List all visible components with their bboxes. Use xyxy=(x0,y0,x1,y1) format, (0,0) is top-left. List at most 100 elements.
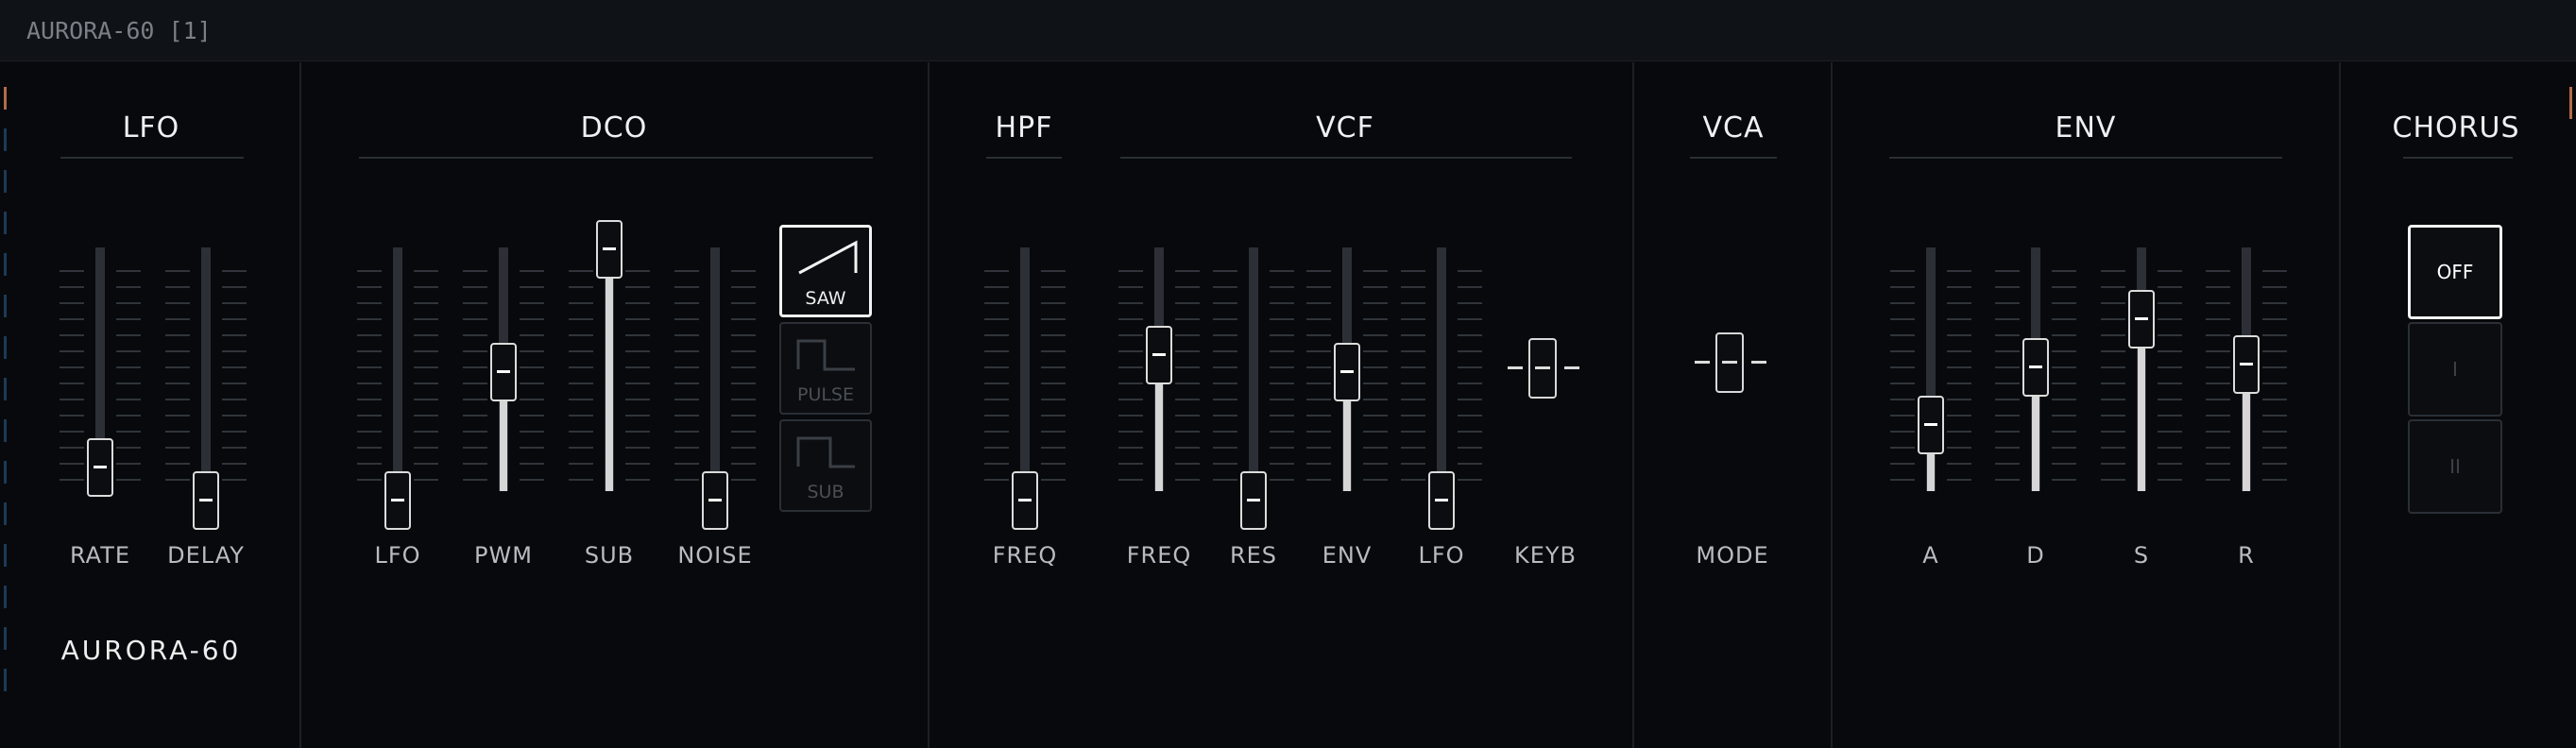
fader-scale-ticks xyxy=(357,270,382,506)
fader-track[interactable] xyxy=(1249,247,1258,491)
scale-tick xyxy=(674,286,699,288)
switch-dash xyxy=(1722,361,1737,364)
fader-handle[interactable] xyxy=(2233,335,2260,395)
env-attack-fader[interactable] xyxy=(1879,247,1983,531)
env-release-fader[interactable] xyxy=(2194,247,2298,531)
scale-tick xyxy=(165,286,190,288)
fader-scale-ticks xyxy=(1890,270,1915,506)
section-underline xyxy=(2403,157,2513,159)
scale-tick xyxy=(1947,463,1971,465)
scale-tick xyxy=(674,463,699,465)
scale-tick xyxy=(1458,431,1482,433)
dco-sub-fader[interactable] xyxy=(557,220,661,531)
scale-tick xyxy=(1363,479,1388,481)
fader-handle[interactable] xyxy=(2128,290,2155,349)
dco-noise-fader[interactable] xyxy=(663,247,767,531)
scale-tick xyxy=(1306,318,1331,320)
vcf-freq-fader[interactable] xyxy=(1107,247,1211,531)
vcf-lfo-fader[interactable] xyxy=(1390,247,1493,531)
chorus-off-button[interactable]: OFF xyxy=(2408,225,2502,319)
scale-tick xyxy=(984,334,1009,336)
scale-tick xyxy=(1947,415,1971,416)
fader-handle[interactable] xyxy=(1240,471,1267,530)
scale-tick xyxy=(520,447,544,449)
scale-tick xyxy=(357,463,382,465)
chorus-ii-button[interactable]: II xyxy=(2408,419,2502,514)
scale-tick xyxy=(2052,318,2076,320)
scale-tick xyxy=(2052,270,2076,272)
fader-scale-ticks xyxy=(1458,270,1482,506)
scale-tick xyxy=(1401,286,1425,288)
scale-tick xyxy=(165,302,190,304)
scale-tick xyxy=(165,463,190,465)
waveform-label-saw: SAW xyxy=(805,288,846,309)
scale-tick xyxy=(2158,479,2182,481)
fader-scale-ticks xyxy=(674,270,699,506)
scale-tick xyxy=(2158,463,2182,465)
fader-handle[interactable] xyxy=(1428,471,1455,530)
fader-scale-ticks xyxy=(1363,270,1388,506)
fader-handle[interactable] xyxy=(2022,338,2049,398)
fader-scale-ticks xyxy=(625,270,650,506)
env-decay-fader[interactable] xyxy=(1984,247,2088,531)
window-title: AURORA-60 [1] xyxy=(26,17,212,44)
fader-handle[interactable] xyxy=(490,343,517,402)
fader-scale-ticks xyxy=(1306,270,1331,506)
fader-track[interactable] xyxy=(1437,247,1446,491)
fader-handle[interactable] xyxy=(1146,325,1172,384)
scale-tick xyxy=(1118,334,1143,336)
fader-track[interactable] xyxy=(710,247,720,491)
section-underline xyxy=(1889,157,2282,159)
scale-tick xyxy=(1401,334,1425,336)
waveform-saw-button[interactable]: SAW xyxy=(779,225,872,317)
lfo-delay-fader[interactable] xyxy=(154,247,258,531)
fader-track[interactable] xyxy=(393,247,402,491)
vcf-res-fader[interactable] xyxy=(1202,247,1305,531)
vcf-env-fader[interactable] xyxy=(1295,247,1399,531)
scale-tick xyxy=(1175,366,1200,368)
fader-label-pwm: PWM xyxy=(474,542,533,569)
scale-tick xyxy=(116,382,141,384)
hpf-freq-fader[interactable] xyxy=(973,247,1077,531)
scale-tick xyxy=(2052,415,2076,416)
scale-tick xyxy=(1458,302,1482,304)
scale-tick xyxy=(116,366,141,368)
fader-handle[interactable] xyxy=(702,471,728,530)
fader-scale-ticks xyxy=(1213,270,1237,506)
dco-pwm-fader[interactable] xyxy=(452,247,555,531)
switch-dash xyxy=(1564,366,1579,369)
scale-tick xyxy=(222,382,247,384)
fader-handle[interactable] xyxy=(1334,343,1360,402)
env-sustain-fader[interactable] xyxy=(2090,247,2193,531)
fader-handle[interactable] xyxy=(87,438,113,498)
lfo-rate-fader[interactable] xyxy=(48,247,152,531)
dco-lfo-fader[interactable] xyxy=(346,247,450,531)
waveform-pulse-button[interactable]: PULSE xyxy=(779,322,872,415)
keyb-switch[interactable] xyxy=(1508,331,1583,399)
section-divider xyxy=(928,62,930,748)
waveform-sub-button[interactable]: SUB xyxy=(779,419,872,512)
fader-label-r: R xyxy=(2238,542,2255,569)
vca-mode-switch[interactable] xyxy=(1695,325,1770,393)
fader-handle[interactable] xyxy=(596,220,623,279)
fader-track[interactable] xyxy=(201,247,211,491)
scale-tick xyxy=(222,479,247,481)
scale-tick xyxy=(2206,318,2230,320)
scale-tick xyxy=(1401,366,1425,368)
fader-scale-ticks xyxy=(463,270,487,506)
scale-tick xyxy=(674,399,699,400)
fader-handle[interactable] xyxy=(1918,396,1944,455)
fader-handle[interactable] xyxy=(1012,471,1038,530)
saw-wave-icon xyxy=(798,240,858,275)
fader-handle[interactable] xyxy=(193,471,219,530)
chorus-i-button[interactable]: I xyxy=(2408,322,2502,416)
fader-track[interactable] xyxy=(1020,247,1030,491)
scale-tick xyxy=(520,334,544,336)
fader-label-noise: NOISE xyxy=(677,542,753,569)
scale-tick xyxy=(1041,350,1066,352)
scale-tick xyxy=(116,334,141,336)
fader-handle[interactable] xyxy=(384,471,411,530)
scale-tick xyxy=(1213,286,1237,288)
scale-tick xyxy=(731,479,756,481)
scale-tick xyxy=(1401,399,1425,400)
